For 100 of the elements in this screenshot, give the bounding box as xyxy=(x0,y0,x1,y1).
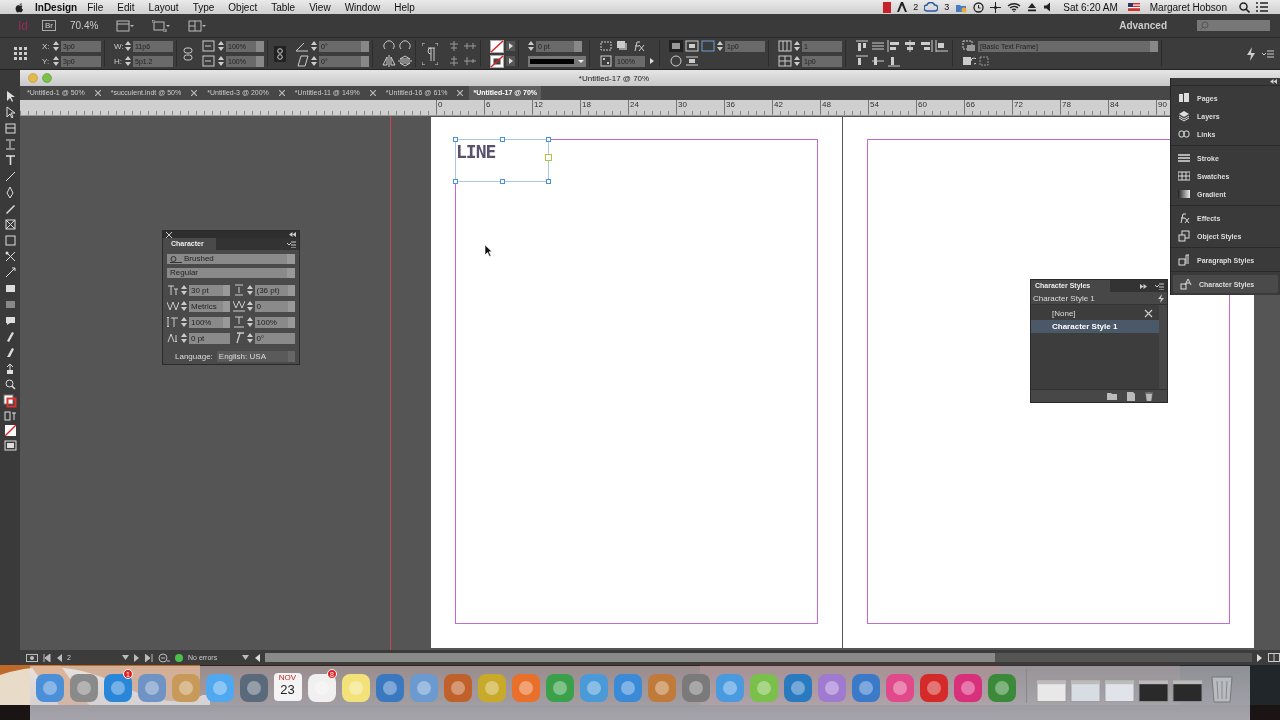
window-thumbnail-icon[interactable] xyxy=(1104,677,1135,703)
input-field[interactable]: 0 xyxy=(254,300,295,312)
window-thumbnail-icon[interactable] xyxy=(1070,677,1101,703)
style-list-item[interactable]: Character Style 1 xyxy=(1031,320,1159,333)
selection-handle[interactable] xyxy=(546,137,551,142)
window-thumbnail-icon[interactable] xyxy=(1138,677,1169,703)
input-field[interactable]: 100% xyxy=(254,316,295,328)
shear-icon[interactable] xyxy=(295,55,309,67)
tool-icon[interactable] xyxy=(3,282,17,295)
formatting-toggle-icon[interactable] xyxy=(3,411,17,421)
tool-icon[interactable] xyxy=(3,122,17,135)
frame-fitting-icon[interactable] xyxy=(599,40,613,52)
window-thumbnail-icon[interactable] xyxy=(1172,677,1203,703)
close-tab-icon[interactable] xyxy=(457,90,464,96)
scroll-left-icon[interactable] xyxy=(254,653,261,662)
tool-icon[interactable] xyxy=(3,154,17,167)
close-tab-icon[interactable] xyxy=(94,90,101,96)
scale-x-icon[interactable] xyxy=(202,40,216,52)
tool-icon[interactable] xyxy=(3,218,17,231)
close-tab-icon[interactable] xyxy=(369,90,376,96)
stepper-icon[interactable] xyxy=(794,56,800,66)
object-style-icon[interactable] xyxy=(962,40,976,52)
tool-icon[interactable] xyxy=(3,250,17,263)
stepper-icon[interactable] xyxy=(125,56,131,66)
chain-icon[interactable] xyxy=(274,45,286,62)
selection-handle[interactable] xyxy=(500,137,505,142)
screen-mode-icon[interactable] xyxy=(152,19,171,32)
new-style-icon[interactable] xyxy=(1127,391,1135,401)
close-tab-icon[interactable] xyxy=(278,90,285,96)
selection-handle[interactable] xyxy=(453,179,458,184)
selection-handle[interactable] xyxy=(500,179,505,184)
drop-shadow-icon[interactable] xyxy=(615,40,629,52)
input-field[interactable]: 0° xyxy=(254,332,295,344)
input-field[interactable]: (36 pt) xyxy=(254,284,295,296)
tool-icon[interactable] xyxy=(3,378,17,391)
tool-icon[interactable] xyxy=(3,314,17,327)
jump-object-icon[interactable] xyxy=(685,55,699,67)
stepper-icon[interactable] xyxy=(125,41,131,51)
zoom-dropdown[interactable]: 70.4% xyxy=(70,20,99,31)
move-icon[interactable] xyxy=(990,1,1002,13)
align-left-icon[interactable] xyxy=(887,40,901,52)
stepper-icon[interactable] xyxy=(181,317,187,327)
first-page-icon[interactable] xyxy=(43,653,51,662)
delete-icon[interactable] xyxy=(1145,391,1153,401)
panel-menu-icon[interactable] xyxy=(287,240,296,248)
panel-menu-icon[interactable] xyxy=(1155,282,1164,290)
tool-icon[interactable] xyxy=(3,266,17,279)
menu-item[interactable]: Window xyxy=(344,1,381,13)
menu-item[interactable]: File xyxy=(87,1,104,13)
font-style-dropdown[interactable]: Regular xyxy=(167,268,295,278)
stepper-icon[interactable] xyxy=(311,56,317,66)
align-to-icon[interactable] xyxy=(935,40,949,52)
previous-page-icon[interactable] xyxy=(56,653,62,662)
flip-vertical-icon[interactable] xyxy=(398,55,412,67)
tool-icon[interactable] xyxy=(3,138,17,151)
fill-stroke-icon[interactable] xyxy=(3,394,17,408)
flag-icon[interactable] xyxy=(1127,3,1140,11)
close-tab-icon[interactable] xyxy=(191,90,198,96)
align-right-icon[interactable] xyxy=(919,40,933,52)
input-field[interactable]: 0 pt xyxy=(189,332,230,344)
last-page-icon[interactable] xyxy=(145,653,153,662)
stepper-icon[interactable] xyxy=(717,41,723,51)
dropdown-icon[interactable] xyxy=(242,655,250,660)
stepper-icon[interactable] xyxy=(528,41,534,51)
menu-item[interactable]: View xyxy=(309,1,331,13)
tool-icon[interactable] xyxy=(3,170,17,183)
reference-point-icon[interactable] xyxy=(14,47,27,60)
stepper-icon[interactable] xyxy=(181,285,187,295)
adobe-icon[interactable] xyxy=(897,2,908,12)
dropdown-icon[interactable] xyxy=(122,655,129,660)
out-port-handle[interactable] xyxy=(545,154,552,161)
stepper-icon[interactable] xyxy=(181,333,187,343)
stepper-icon[interactable] xyxy=(218,56,224,66)
arrange-documents-icon[interactable] xyxy=(188,19,207,32)
menu-item[interactable]: Layout xyxy=(148,1,179,13)
expand-icon[interactable] xyxy=(1140,283,1147,289)
scroll-thumb[interactable] xyxy=(265,653,996,662)
list-icon[interactable] xyxy=(1256,2,1268,12)
calendar-app-icon[interactable]: NOV 23 xyxy=(273,673,302,701)
stroke-swatch-icon[interactable] xyxy=(490,54,504,68)
preview-icon[interactable] xyxy=(26,653,38,662)
split-window-icon[interactable] xyxy=(1268,653,1280,662)
stepper-icon[interactable] xyxy=(181,301,187,311)
fill-swatch-icon[interactable] xyxy=(490,39,504,53)
lightning-icon[interactable] xyxy=(1158,293,1164,303)
time-machine-icon[interactable] xyxy=(973,1,985,13)
align-middle-icon[interactable] xyxy=(855,55,869,67)
tool-icon[interactable] xyxy=(3,106,17,119)
distribute-middle-icon[interactable] xyxy=(463,40,477,52)
view-mode-icon[interactable] xyxy=(3,440,17,451)
input-field[interactable]: 100% xyxy=(189,316,230,328)
apply-color-icon[interactable] xyxy=(3,424,17,437)
scale-y-icon[interactable] xyxy=(202,55,216,67)
stepper-icon[interactable] xyxy=(53,56,59,66)
constrain-icon[interactable] xyxy=(183,46,193,61)
cloud-icon[interactable] xyxy=(924,2,939,12)
rotate-angle-icon[interactable] xyxy=(295,40,309,52)
rotate-counterclockwise-icon[interactable] xyxy=(398,40,412,52)
clock[interactable]: Sat 6:20 AM xyxy=(1063,1,1118,13)
clear-overrides-icon[interactable] xyxy=(962,55,976,67)
